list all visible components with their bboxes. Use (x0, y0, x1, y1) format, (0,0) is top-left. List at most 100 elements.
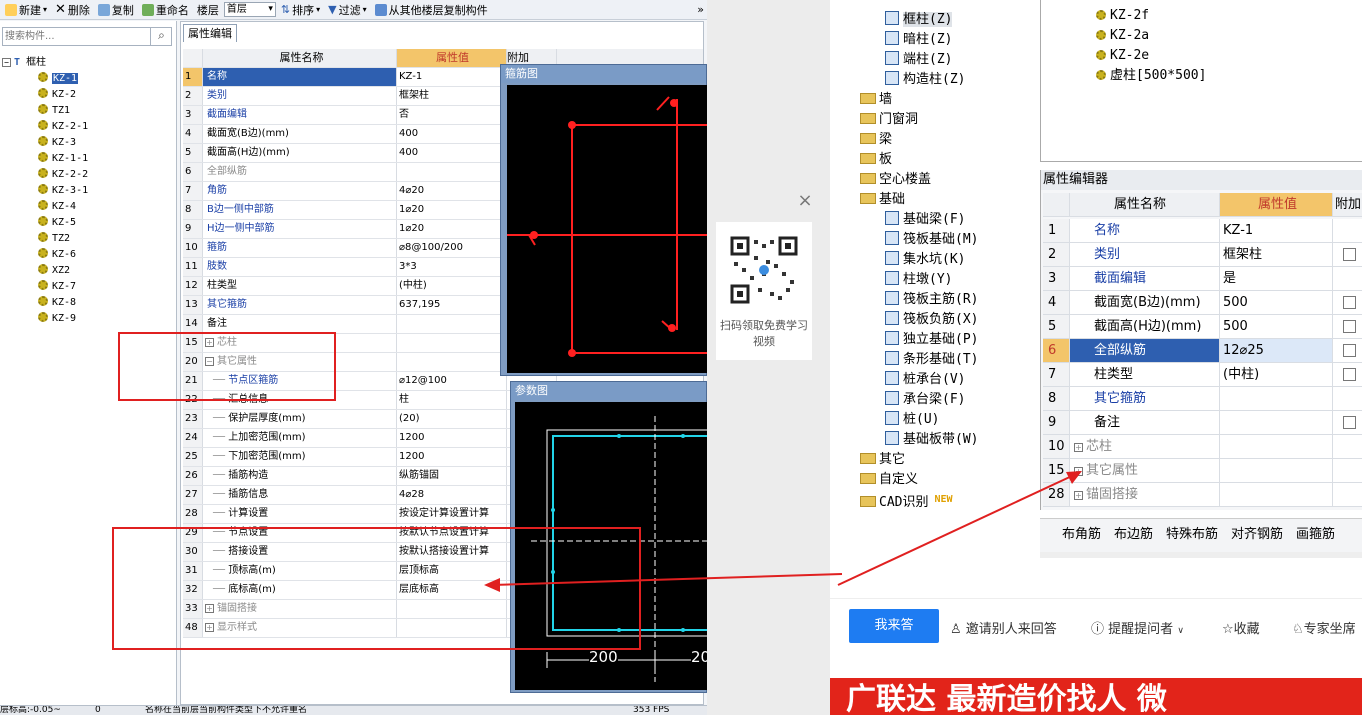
parameter-diagram-window[interactable]: 参数图 200 20 (510, 381, 707, 693)
property-value[interactable]: 4⌀28 (397, 486, 507, 504)
right-property-extra[interactable] (1333, 267, 1362, 290)
new-button[interactable]: 新建 ▾ (2, 1, 50, 19)
tree-item[interactable]: KZ-3 (38, 135, 76, 151)
property-value[interactable]: 按默认节点设置计算 (397, 524, 507, 542)
ad-banner[interactable]: 广联达 最新造价找人 微 (830, 678, 1362, 715)
right-tree-folder[interactable]: 自定义 (860, 470, 918, 490)
right-property-extra[interactable] (1333, 411, 1362, 434)
right-tree-item[interactable]: 集水坑(K) (885, 250, 965, 270)
property-value[interactable]: (20) (397, 410, 507, 428)
right-tree-folder[interactable]: 基础 (860, 190, 905, 210)
checkbox[interactable] (1343, 368, 1356, 381)
right-property-value[interactable] (1220, 387, 1333, 410)
property-value[interactable]: 柱 (397, 391, 507, 409)
right-property-row[interactable]: 3 截面编辑是 (1043, 267, 1362, 291)
filter-button[interactable]: ▼ 过滤 ▾ (325, 1, 369, 19)
property-value[interactable] (397, 163, 507, 181)
right-property-extra[interactable] (1333, 459, 1362, 482)
right-property-value[interactable]: 框架柱 (1220, 243, 1333, 266)
collapse-icon[interactable]: − (2, 58, 11, 67)
tree-item[interactable]: TZ1 (38, 103, 70, 119)
right-property-value[interactable]: 500 (1220, 315, 1333, 338)
right-tree-folder[interactable]: 板 (860, 150, 892, 170)
close-icon[interactable]: × (797, 190, 813, 211)
tree-item[interactable]: KZ-2-2 (38, 167, 88, 183)
right-property-value[interactable] (1220, 435, 1333, 458)
right-property-value[interactable]: (中柱) (1220, 363, 1333, 386)
right-tree-item[interactable]: 筏板负筋(X) (885, 310, 978, 330)
checkbox[interactable] (1343, 320, 1356, 333)
expert-link[interactable]: ♘专家坐席 (1292, 618, 1356, 637)
expand-icon[interactable]: + (205, 623, 214, 632)
right-property-row[interactable]: 7 柱类型 (中柱) (1043, 363, 1362, 387)
expand-icon[interactable]: + (205, 604, 214, 613)
right-property-row[interactable]: 4 截面宽(B边)(mm) 500 (1043, 291, 1362, 315)
property-value[interactable] (397, 600, 507, 618)
right-property-value[interactable]: 500 (1220, 291, 1333, 314)
tree-item[interactable]: KZ-9 (38, 311, 76, 327)
property-value[interactable]: 否 (397, 106, 507, 124)
delete-button[interactable]: ✕ 删除 (52, 1, 93, 19)
tree-root[interactable]: − T 框柱 (2, 55, 46, 71)
right-property-value[interactable]: 是 (1220, 267, 1333, 290)
right-tree-folder[interactable]: 梁 (860, 130, 892, 150)
right-top-item[interactable]: KZ-2f (1096, 6, 1149, 26)
property-value[interactable] (397, 619, 507, 637)
right-property-extra[interactable] (1333, 243, 1362, 266)
right-tree-item[interactable]: 筏板基础(M) (885, 230, 978, 250)
right-property-row[interactable]: 15 + 其它属性 (1043, 459, 1362, 483)
property-value[interactable]: ⌀12@100 (397, 372, 507, 390)
stirrup-diagram-window[interactable]: 箍筋图 (500, 64, 707, 376)
property-value[interactable]: (中柱) (397, 277, 507, 295)
right-property-value[interactable]: 12⌀25 (1220, 339, 1333, 362)
right-property-row[interactable]: 8 其它箍筋 (1043, 387, 1362, 411)
right-tree-item[interactable]: 承台梁(F) (885, 390, 965, 410)
right-property-row[interactable]: 5 截面高(H边)(mm) 500 (1043, 315, 1362, 339)
property-value[interactable] (397, 334, 507, 352)
right-property-value[interactable]: KZ-1 (1220, 219, 1333, 242)
property-value[interactable] (397, 353, 507, 371)
right-tree-folder[interactable]: 其它 (860, 450, 905, 470)
property-value[interactable]: 637,195 (397, 296, 507, 314)
right-property-value[interactable] (1220, 483, 1333, 506)
right-property-row[interactable]: 6 全部纵筋 12⌀25 (1043, 339, 1362, 363)
right-tree-item[interactable]: 基础板带(W) (885, 430, 978, 450)
floor-select[interactable]: 首层 (223, 2, 276, 17)
right-property-extra[interactable] (1333, 435, 1362, 458)
right-rebar-toolbar[interactable]: 布角筋 布边筋 特殊布筋 对齐钢筋 画箍筋 (1040, 518, 1362, 552)
search-icon[interactable]: ⌕ (150, 27, 172, 46)
tree-item[interactable]: KZ-7 (38, 279, 76, 295)
right-tree-folder[interactable]: 墙 (860, 90, 892, 110)
right-property-row[interactable]: 10 + 芯柱 (1043, 435, 1362, 459)
right-property-row[interactable]: 28 + 锚固搭接 (1043, 483, 1362, 507)
property-value[interactable]: 1200 (397, 448, 507, 466)
tree-item[interactable]: KZ-3-1 (38, 183, 88, 199)
right-property-row[interactable]: 2 类别 框架柱 (1043, 243, 1362, 267)
right-property-extra[interactable] (1333, 483, 1362, 506)
checkbox[interactable] (1343, 416, 1356, 429)
tree-item[interactable]: KZ-6 (38, 247, 76, 263)
right-property-row[interactable]: 9 备注 (1043, 411, 1362, 435)
property-value[interactable]: 纵筋锚固 (397, 467, 507, 485)
checkbox[interactable] (1343, 296, 1356, 309)
expand-icon[interactable]: + (1074, 467, 1083, 476)
property-value[interactable]: 1⌀20 (397, 201, 507, 219)
property-value[interactable]: 按默认搭接设置计算 (397, 543, 507, 561)
right-tree-folder[interactable]: CAD识别 NEW (860, 490, 953, 510)
tree-item[interactable]: TZ2 (38, 231, 70, 247)
property-value[interactable]: 400 (397, 144, 507, 162)
right-tree-item[interactable]: 柱墩(Y) (885, 270, 952, 290)
property-value[interactable]: 1⌀20 (397, 220, 507, 238)
property-value[interactable]: 1200 (397, 429, 507, 447)
property-value[interactable]: 框架柱 (397, 87, 507, 105)
right-tree-item[interactable]: 独立基础(P) (885, 330, 978, 350)
tree-item[interactable]: XZ2 (38, 263, 70, 279)
invite-link[interactable]: ♙ 邀请别人来回答 (950, 618, 1057, 637)
tree-item[interactable]: KZ-5 (38, 215, 76, 231)
right-tree-item[interactable]: 框柱(Z) (885, 10, 953, 30)
rename-button[interactable]: 重命名 (139, 1, 192, 19)
right-tree-item[interactable]: 桩(U) (885, 410, 939, 430)
expand-icon[interactable]: + (205, 338, 214, 347)
tree-item[interactable]: KZ-4 (38, 199, 76, 215)
property-value[interactable] (397, 315, 507, 333)
